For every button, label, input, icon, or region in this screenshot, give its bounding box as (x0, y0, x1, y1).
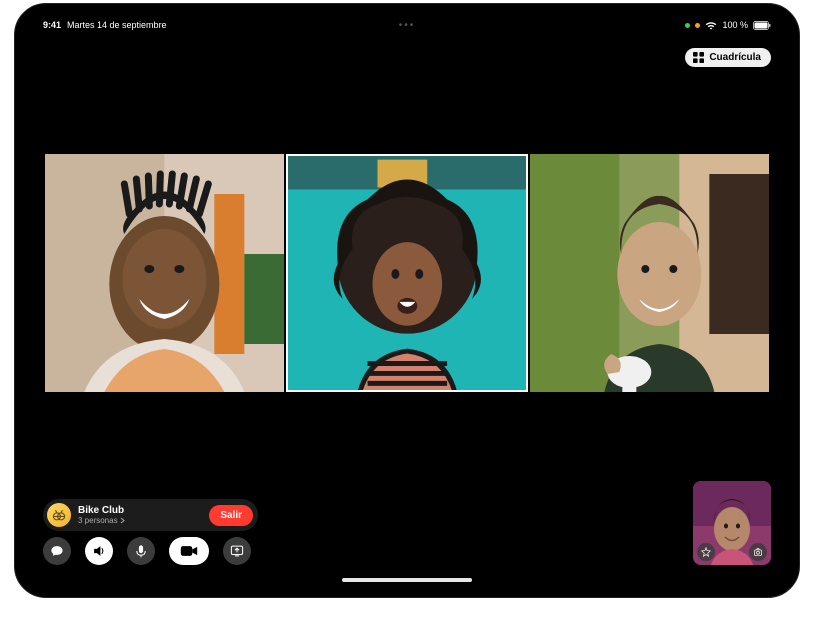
participant-tile[interactable] (530, 154, 769, 392)
tablet-device-frame: 9:41 Martes 14 de septiembre 100 % ••• (14, 3, 800, 598)
call-name: Bike Club (78, 506, 202, 516)
control-buttons-row (43, 537, 258, 565)
speaker-button[interactable] (85, 537, 113, 565)
video-grid (45, 154, 769, 392)
effects-button[interactable] (697, 543, 715, 561)
participant-tile[interactable] (45, 154, 284, 392)
participant-tile[interactable] (286, 154, 529, 392)
battery-percentage: 100 % (722, 20, 748, 30)
call-avatar (47, 503, 71, 527)
flip-camera-button[interactable] (749, 543, 767, 561)
call-subtitle: 3 personas (78, 517, 202, 525)
camera-button[interactable] (169, 537, 209, 565)
mute-button[interactable] (127, 537, 155, 565)
share-screen-button[interactable] (223, 537, 251, 565)
mic-indicator-dot-icon (695, 23, 700, 28)
wifi-icon (705, 21, 717, 30)
battery-icon (753, 21, 771, 30)
multitasking-dots-icon[interactable]: ••• (399, 20, 416, 31)
grid-view-toggle[interactable]: Cuadrícula (685, 48, 771, 67)
call-text-block: Bike Club 3 personas (78, 506, 202, 525)
camera-indicator-dot-icon (685, 23, 690, 28)
chevron-right-icon (120, 517, 125, 524)
call-controls-panel: Bike Club 3 personas Salir (43, 499, 258, 565)
self-view-pip[interactable] (693, 481, 771, 565)
home-indicator[interactable] (342, 578, 472, 582)
status-left: 9:41 Martes 14 de septiembre (43, 20, 167, 30)
status-date: Martes 14 de septiembre (67, 20, 167, 30)
status-time: 9:41 (43, 20, 61, 30)
screen: 9:41 Martes 14 de septiembre 100 % ••• (25, 14, 789, 587)
leave-call-button[interactable]: Salir (209, 505, 253, 526)
grid-toggle-label: Cuadrícula (709, 52, 761, 63)
messages-button[interactable] (43, 537, 71, 565)
status-right: 100 % (685, 20, 771, 30)
grid-icon (693, 52, 704, 63)
call-info-row[interactable]: Bike Club 3 personas Salir (43, 499, 258, 531)
